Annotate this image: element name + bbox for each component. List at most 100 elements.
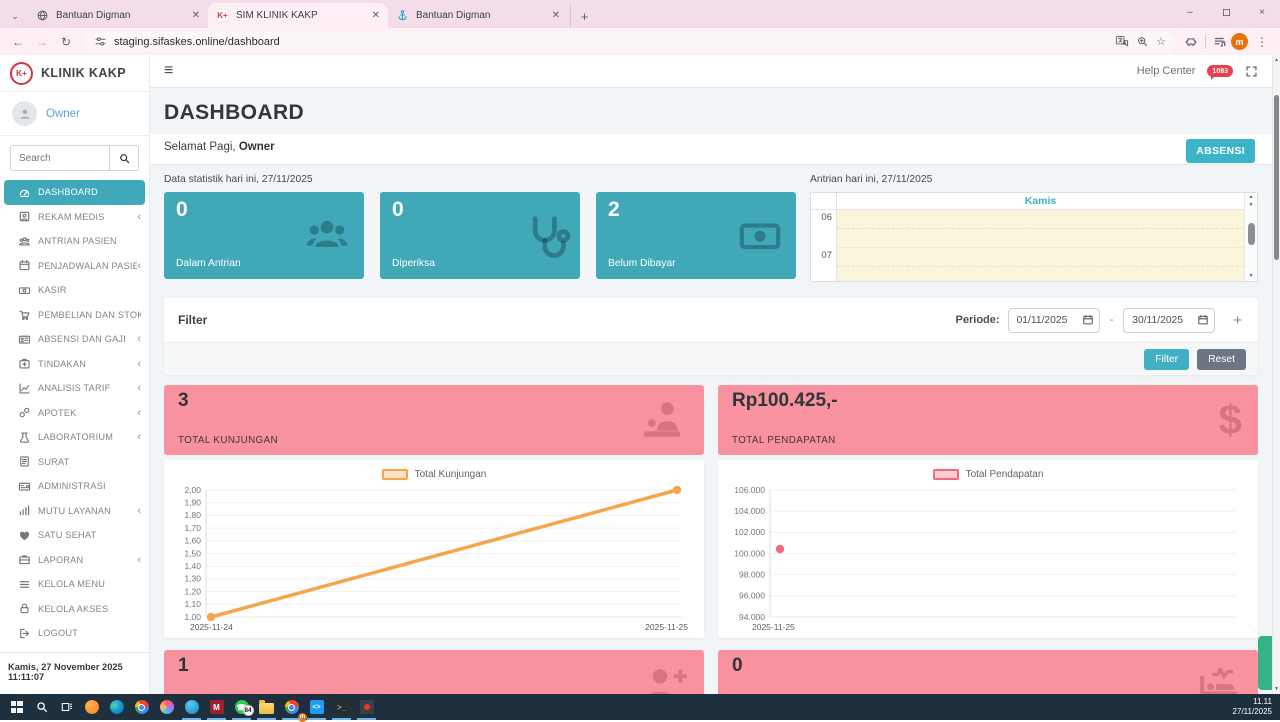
start-button[interactable]: [4, 694, 29, 720]
calendar-picker-icon[interactable]: [1082, 314, 1094, 326]
taskbar-clock[interactable]: 11.11 27/11/2025: [1233, 697, 1280, 717]
sidebar-item-antrian-pasien[interactable]: ANTRIAN PASIEN: [0, 229, 149, 254]
calendar-row[interactable]: 07: [811, 248, 1244, 282]
blue-app-icon[interactable]: [179, 694, 204, 720]
sidebar-item-mutu-layanan[interactable]: MUTU LAYANAN‹: [0, 499, 149, 524]
vscode-icon[interactable]: <>: [304, 694, 329, 720]
minimize-button[interactable]: –: [1172, 0, 1208, 24]
maximize-button[interactable]: [1208, 0, 1244, 24]
file-explorer-icon[interactable]: [254, 694, 279, 720]
chrome-profile-icon[interactable]: m: [279, 694, 304, 720]
side-feedback-tab[interactable]: [1258, 636, 1272, 690]
bookmark-star-icon[interactable]: ☆: [1156, 35, 1166, 48]
user-row[interactable]: Owner: [0, 92, 149, 136]
svg-text:2025-11-24: 2025-11-24: [190, 622, 233, 632]
chevron-left-icon: ‹: [137, 554, 141, 566]
scroll-up-icon[interactable]: ▲: [1273, 57, 1280, 63]
close-tab-icon[interactable]: ✕: [192, 10, 200, 21]
filter-card: Filter Periode: 01/11/2025 - 30/11/2025 …: [164, 298, 1258, 375]
close-window-button[interactable]: ×: [1244, 0, 1280, 24]
stethoscope-icon: [522, 212, 570, 260]
page-scrollbar[interactable]: ▲ ▼: [1272, 55, 1280, 694]
logout-icon: [18, 627, 31, 640]
reload-button[interactable]: ↻: [56, 35, 76, 49]
help-center-link[interactable]: Help Center: [1137, 65, 1196, 77]
zoom-icon[interactable]: [1136, 35, 1149, 48]
back-button[interactable]: ←: [8, 35, 28, 49]
sidebar-item-apotek[interactable]: APOTEK‹: [0, 401, 149, 426]
scrollbar-thumb[interactable]: [1274, 95, 1279, 260]
reading-list-icon[interactable]: [1213, 35, 1227, 49]
svg-text:1,60: 1,60: [184, 536, 201, 546]
sidebar-item-kelola-menu[interactable]: KELOLA MENU: [0, 572, 149, 597]
add-filter-icon[interactable]: +: [1233, 312, 1244, 329]
close-tab-icon[interactable]: ✕: [552, 10, 560, 21]
sidebar-item-absensi-dan-gaji[interactable]: ABSENSI DAN GAJI‹: [0, 327, 149, 352]
stats-heading: Data statistik hari ini, 27/11/2025: [164, 174, 796, 185]
sidebar-item-surat[interactable]: SURAT: [0, 450, 149, 475]
sidebar-item-logout[interactable]: LOGOUT: [0, 621, 149, 646]
scroll-up-icon[interactable]: ▲: [1245, 193, 1257, 201]
chevron-left-icon: ‹: [137, 505, 141, 517]
chrome-icon[interactable]: [129, 694, 154, 720]
scroll-down-icon[interactable]: ▼: [1273, 686, 1280, 692]
forward-button[interactable]: →: [32, 35, 52, 49]
profile-avatar[interactable]: m: [1231, 33, 1248, 50]
notification-badge[interactable]: 1083: [1207, 65, 1233, 77]
whatsapp-icon[interactable]: ☎84: [229, 694, 254, 720]
taskbar-search-button[interactable]: [29, 694, 54, 720]
paint-app-icon[interactable]: [154, 694, 179, 720]
search-input[interactable]: [10, 145, 110, 171]
maroon-m-app-icon[interactable]: M: [204, 694, 229, 720]
tab-bantuan-2[interactable]: Bantuan Digman ✕: [388, 3, 568, 28]
tab-search-button[interactable]: ⌄: [2, 4, 28, 28]
sidebar-item-penjadwalan-pasien[interactable]: PENJADWALAN PASIEN‹: [0, 254, 149, 279]
edge-icon[interactable]: [104, 694, 129, 720]
hamburger-menu-icon[interactable]: ≡: [164, 62, 173, 80]
extensions-icon[interactable]: [1184, 35, 1198, 49]
sidebar-item-rekam-medis[interactable]: REKAM MEDIS‹: [0, 205, 149, 230]
calendar-slot[interactable]: [837, 210, 1244, 248]
translate-icon[interactable]: [1115, 35, 1129, 49]
sidebar-item-dashboard[interactable]: DASHBOARD: [4, 180, 145, 205]
address-bar[interactable]: staging.sifaskes.online/dashboard ☆: [84, 31, 1176, 52]
user-name[interactable]: Owner: [46, 108, 80, 120]
browser-menu-icon[interactable]: ⋮: [1252, 35, 1272, 49]
tab-strip: ⌄ Bantuan Digman ✕ K+ SIM KLINIK KAKP ✕ …: [0, 0, 1280, 28]
scroll-down-icon[interactable]: ▼: [1245, 272, 1257, 280]
absensi-button[interactable]: ABSENSI: [1186, 139, 1255, 163]
new-tab-button[interactable]: +: [570, 4, 598, 28]
calendar-row[interactable]: 06: [811, 210, 1244, 248]
security-app-icon[interactable]: [354, 694, 379, 720]
date-to-input[interactable]: 30/11/2025: [1123, 308, 1215, 333]
svg-text:1,70: 1,70: [184, 523, 201, 533]
scroll-down-icon[interactable]: ▼: [1245, 201, 1257, 209]
sidebar-item-laporan[interactable]: LAPORAN‹: [0, 548, 149, 573]
filter-button[interactable]: Filter: [1144, 349, 1189, 370]
tab-bantuan-1[interactable]: Bantuan Digman ✕: [28, 3, 208, 28]
sidebar-item-laboratorium[interactable]: LABORATORIUM‹: [0, 425, 149, 450]
terminal-app-icon[interactable]: >_: [329, 694, 354, 720]
url-text[interactable]: staging.sifaskes.online/dashboard: [114, 36, 1108, 48]
close-tab-icon[interactable]: ✕: [372, 10, 380, 21]
date-from-input[interactable]: 01/11/2025: [1008, 308, 1100, 333]
orange-app-icon[interactable]: [79, 694, 104, 720]
reset-button[interactable]: Reset: [1197, 349, 1246, 370]
sidebar-item-satu-sehat[interactable]: SATU SEHAT: [0, 523, 149, 548]
sidebar-item-tindakan[interactable]: TINDAKAN‹: [0, 352, 149, 377]
search-button[interactable]: [110, 145, 139, 171]
task-view-button[interactable]: [54, 694, 79, 720]
tab-sim-klinik[interactable]: K+ SIM KLINIK KAKP ✕: [208, 3, 388, 28]
fullscreen-icon[interactable]: [1245, 65, 1258, 78]
scrollbar-thumb[interactable]: [1248, 223, 1255, 245]
calendar-picker-icon[interactable]: [1197, 314, 1209, 326]
calendar-slot[interactable]: [837, 248, 1244, 282]
site-settings-icon[interactable]: [94, 35, 107, 48]
stat-card-dalam-antrian: 0 Dalam Antrian: [164, 192, 364, 279]
sidebar-item-pembelian-dan-stok[interactable]: PEMBELIAN DAN STOK: [0, 303, 149, 328]
sidebar-item-kelola-akses[interactable]: KELOLA AKSES: [0, 597, 149, 622]
sidebar-item-administrasi[interactable]: ADMINISTRASI: [0, 474, 149, 499]
sidebar-item-analisis-tarif[interactable]: ANALISIS TARIF‹: [0, 376, 149, 401]
calendar-scrollbar[interactable]: ▲ ▼ ▼: [1244, 193, 1257, 281]
sidebar-item-kasir[interactable]: KASIR: [0, 278, 149, 303]
